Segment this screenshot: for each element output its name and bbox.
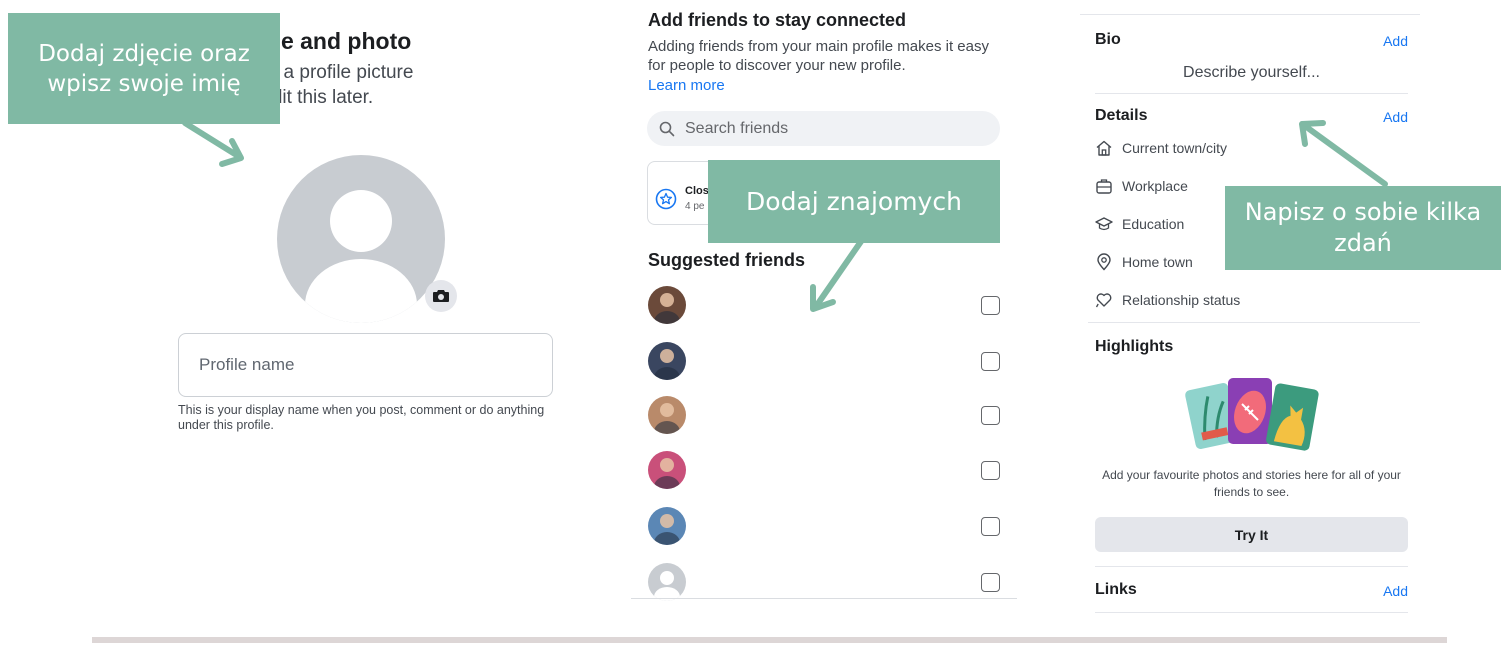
arrow-icon: [182, 120, 1388, 312]
annotation-arrows: [182, 120, 1388, 312]
bottom-bar: [92, 637, 1447, 643]
